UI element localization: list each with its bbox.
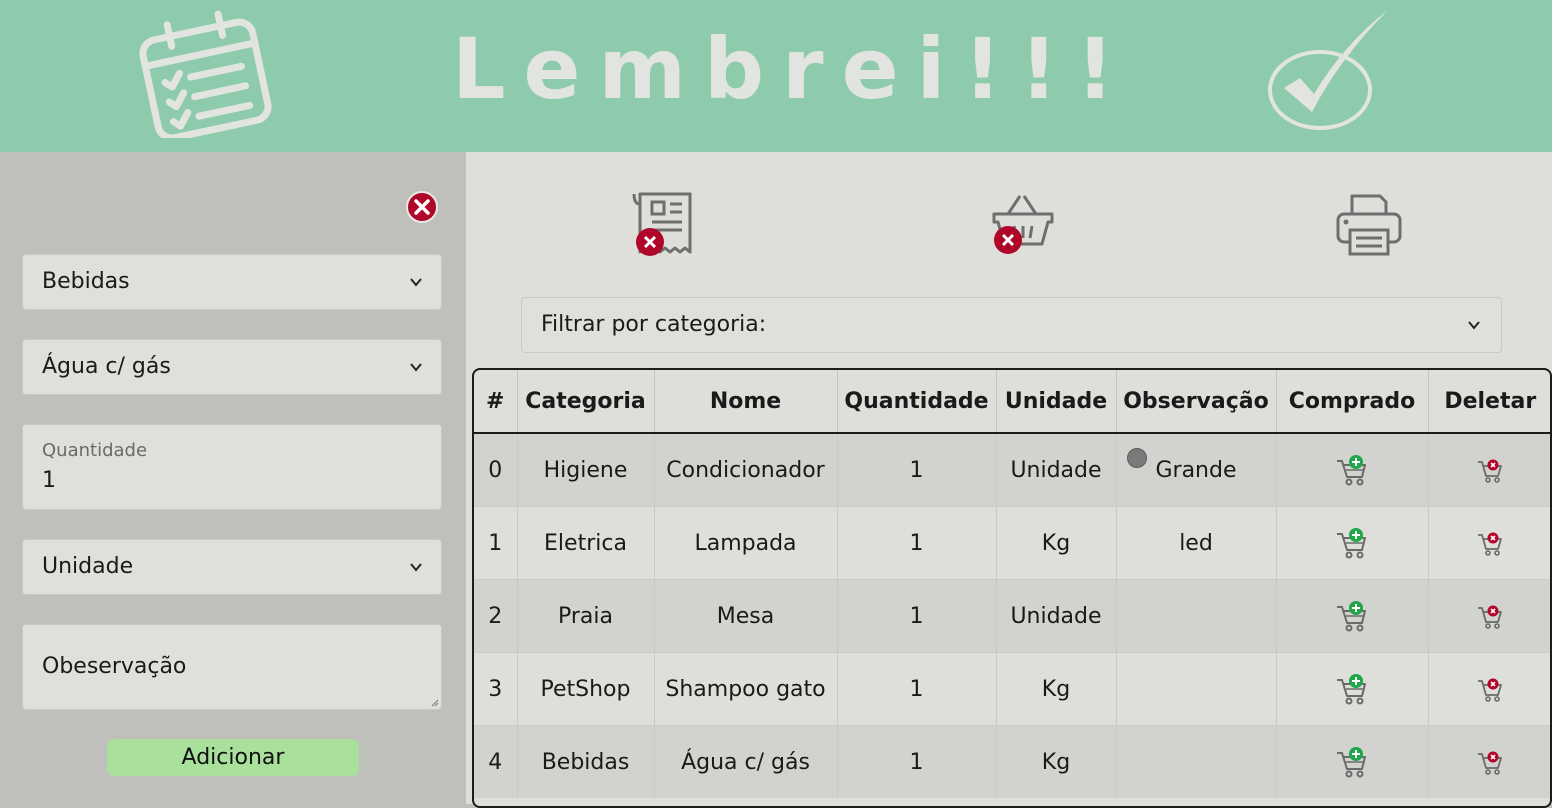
observation-text: Grande: [1155, 457, 1237, 483]
cell-observacao: Grande: [1116, 432, 1277, 507]
column-header: Categoria: [517, 370, 655, 434]
cell-deletar: [1428, 506, 1550, 580]
remove-from-cart-icon[interactable]: [1476, 675, 1504, 703]
cell-categoria: Bebidas: [517, 725, 655, 798]
cell-nome: Shampoo gato: [654, 652, 838, 726]
cell-nome: Mesa: [654, 579, 838, 653]
add-to-cart-icon[interactable]: [1335, 453, 1369, 487]
table-row: 2 Praia Mesa 1 Unidade: [474, 579, 1550, 653]
cell-comprado: [1276, 579, 1429, 653]
cell-observacao: [1116, 652, 1277, 726]
add-to-cart-icon[interactable]: [1335, 599, 1369, 633]
close-circle-icon: [414, 199, 430, 215]
table-row: 3 PetShop Shampoo gato 1 Kg: [474, 652, 1550, 726]
table-row: 0 Higiene Condicionador 1 Unidade Grande: [474, 432, 1550, 507]
unit-select[interactable]: Unidade: [22, 539, 442, 595]
table-row: 1 Eletrica Lampada 1 Kg led: [474, 506, 1550, 580]
cell-categoria: PetShop: [517, 652, 655, 726]
cell-categoria: Praia: [517, 579, 655, 653]
cell-nome: Condicionador: [654, 432, 838, 507]
product-select[interactable]: Água c/ gás: [22, 339, 442, 395]
column-header: #: [474, 370, 518, 434]
add-to-cart-icon[interactable]: [1335, 745, 1369, 779]
category-filter-select[interactable]: Filtrar por categoria:: [521, 297, 1502, 353]
add-button[interactable]: Adicionar: [107, 739, 359, 776]
cell-unidade: Kg: [996, 652, 1117, 726]
cell-categoria: Higiene: [517, 432, 655, 507]
clear-basket-icon[interactable]: [990, 192, 1056, 258]
chevron-down-icon: [410, 363, 422, 372]
checkmark-icon: [1268, 10, 1388, 130]
quantity-label: Quantidade: [42, 440, 148, 461]
table-row: 4 Bebidas Água c/ gás 1 Kg: [474, 725, 1550, 798]
chevron-down-icon: [1468, 321, 1480, 330]
cell-nome: Água c/ gás: [654, 725, 838, 798]
cell-comprado: [1276, 725, 1429, 798]
observation-text: led: [1179, 530, 1213, 556]
remove-from-cart-icon[interactable]: [1476, 456, 1504, 484]
printer-icon[interactable]: [1334, 192, 1404, 258]
cell-deletar: [1428, 725, 1550, 798]
category-filter-label: Filtrar por categoria:: [541, 312, 767, 337]
cell-id: 0: [474, 432, 518, 507]
cell-comprado: [1276, 432, 1429, 507]
app-header: Lembrei!!!: [0, 0, 1552, 152]
cell-id: 4: [474, 725, 518, 798]
app-title: Lembrei!!!: [452, 20, 1133, 118]
cell-quantidade: 1: [837, 652, 997, 726]
column-header: Unidade: [996, 370, 1117, 434]
cell-deletar: [1428, 579, 1550, 653]
status-dot: [1126, 448, 1147, 468]
add-to-cart-icon[interactable]: [1335, 672, 1369, 706]
cell-unidade: Unidade: [996, 432, 1117, 507]
cell-observacao: led: [1116, 506, 1277, 580]
column-header: Observação: [1116, 370, 1277, 434]
remove-from-cart-icon[interactable]: [1476, 529, 1504, 557]
cell-categoria: Eletrica: [517, 506, 655, 580]
cell-deletar: [1428, 652, 1550, 726]
column-header: Quantidade: [837, 370, 997, 434]
category-select[interactable]: Bebidas: [22, 254, 442, 310]
column-header: Deletar: [1428, 370, 1550, 434]
cell-observacao: [1116, 725, 1277, 798]
cell-id: 2: [474, 579, 518, 653]
unit-select-value: Unidade: [42, 554, 134, 579]
quantity-value: 1: [42, 468, 56, 493]
cell-comprado: [1276, 652, 1429, 726]
remove-from-cart-icon[interactable]: [1476, 748, 1504, 776]
close-form-button[interactable]: [406, 191, 438, 223]
calendar-checklist-icon: [139, 10, 272, 138]
cell-id: 3: [474, 652, 518, 726]
remove-from-cart-icon[interactable]: [1476, 602, 1504, 630]
cell-unidade: Kg: [996, 725, 1117, 798]
cell-nome: Lampada: [654, 506, 838, 580]
column-header: Nome: [654, 370, 838, 434]
chevron-down-icon: [410, 278, 422, 287]
chevron-down-icon: [410, 563, 422, 572]
table-header-row: # Categoria Nome Quantidade Unidade Obse…: [474, 370, 1550, 434]
observation-placeholder: Obeservação: [42, 654, 187, 679]
cell-deletar: [1428, 432, 1550, 507]
cell-observacao: [1116, 579, 1277, 653]
cell-id: 1: [474, 506, 518, 580]
cell-unidade: Kg: [996, 506, 1117, 580]
clear-list-icon[interactable]: [630, 190, 698, 260]
shopping-list-table: # Categoria Nome Quantidade Unidade Obse…: [472, 368, 1552, 808]
cell-comprado: [1276, 506, 1429, 580]
cell-unidade: Unidade: [996, 579, 1117, 653]
category-select-value: Bebidas: [42, 269, 130, 294]
product-select-value: Água c/ gás: [42, 354, 171, 379]
column-header: Comprado: [1276, 370, 1429, 434]
cell-quantidade: 1: [837, 725, 997, 798]
cell-quantidade: 1: [837, 506, 997, 580]
observation-textarea[interactable]: Obeservação: [22, 624, 442, 710]
add-to-cart-icon[interactable]: [1335, 526, 1369, 560]
cell-quantidade: 1: [837, 432, 997, 507]
quantity-field[interactable]: Quantidade 1: [22, 424, 442, 510]
cell-quantidade: 1: [837, 579, 997, 653]
resize-handle-icon[interactable]: [431, 699, 439, 707]
